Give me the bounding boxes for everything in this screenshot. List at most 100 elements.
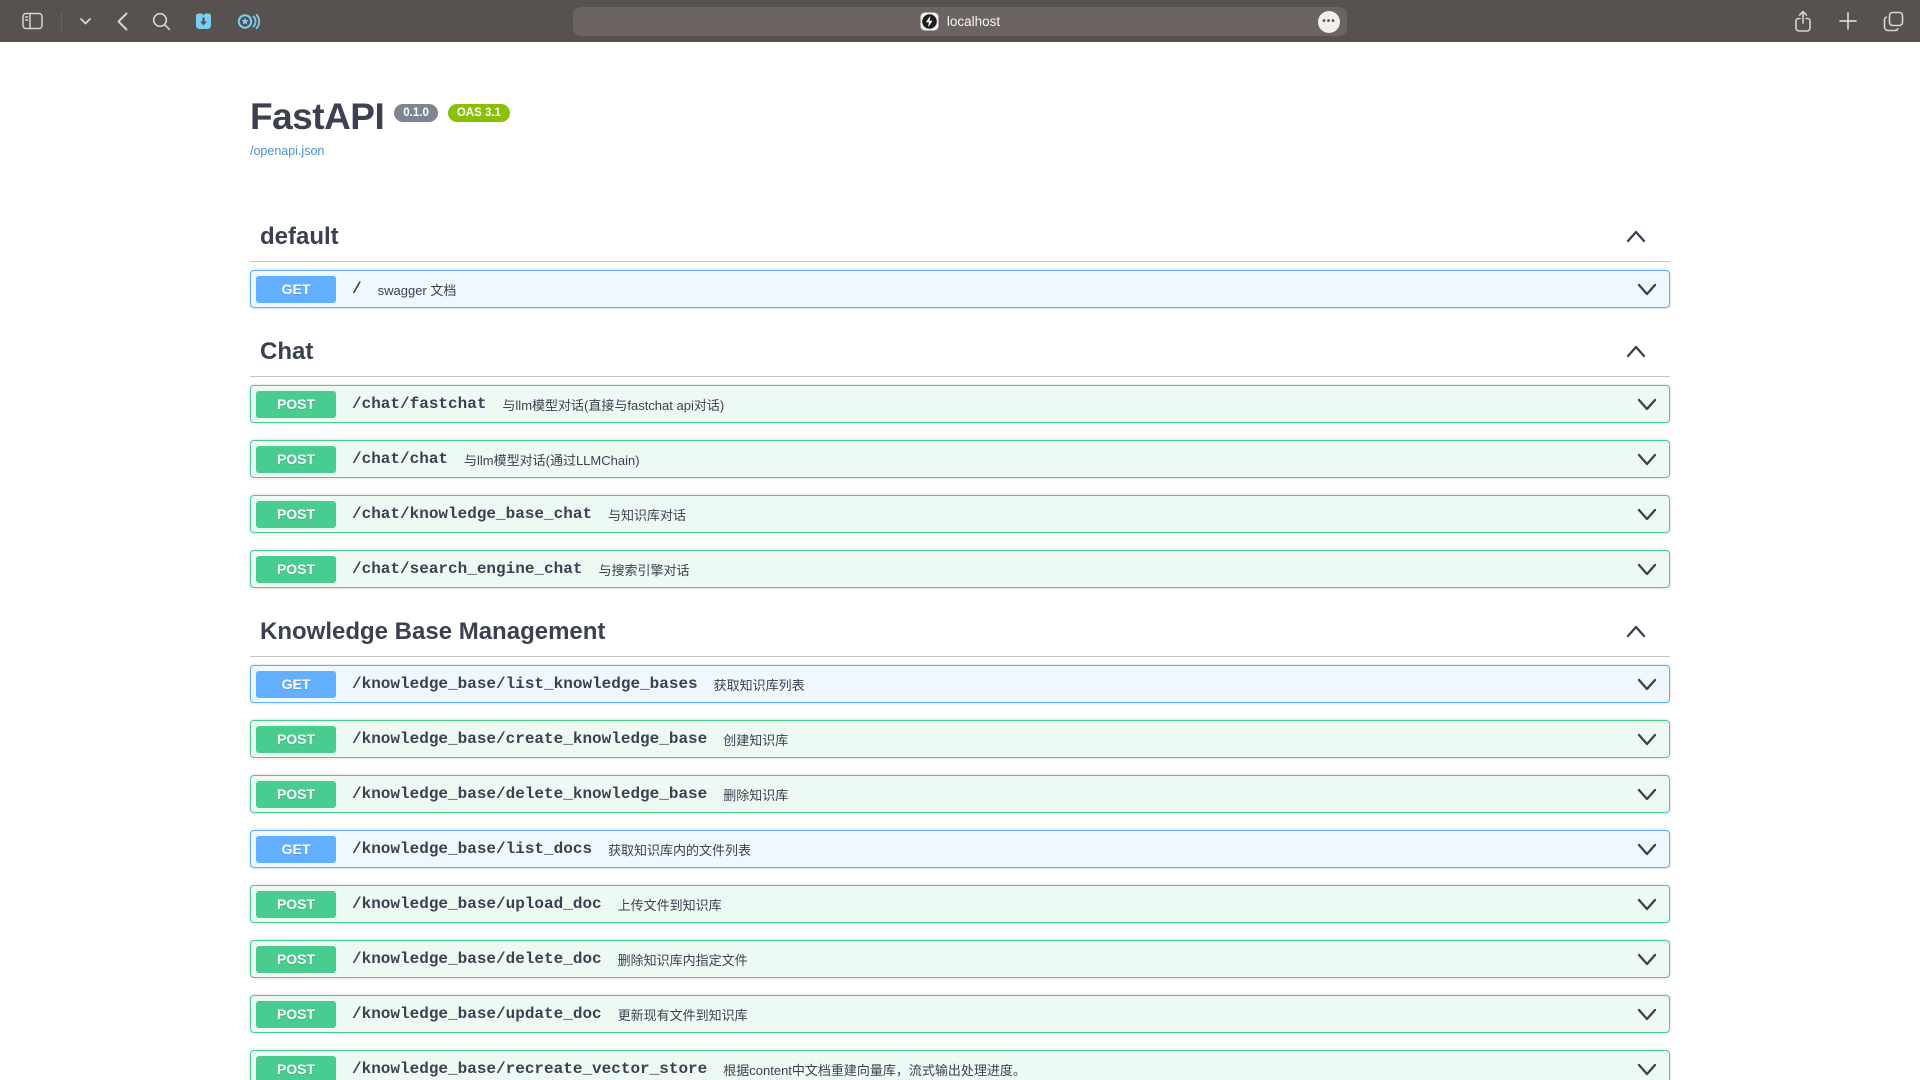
method-badge: POST — [256, 501, 336, 528]
section-header[interactable]: Chat — [250, 325, 1670, 377]
collapse-section-icon[interactable] — [1626, 343, 1646, 360]
search-icon — [152, 12, 171, 31]
expand-endpoint-icon[interactable] — [1635, 784, 1659, 805]
endpoint-description: 获取知识库列表 — [714, 675, 805, 694]
expand-endpoint-icon[interactable] — [1635, 279, 1659, 300]
endpoint-description: 与llm模型对话(直接与fastchat api对话) — [502, 395, 724, 414]
browser-toolbar: localhost ••• — [0, 0, 1920, 42]
endpoint-row[interactable]: POST /knowledge_base/update_doc 更新现有文件到知… — [250, 995, 1670, 1033]
expand-endpoint-icon[interactable] — [1635, 504, 1659, 525]
section-header[interactable]: Knowledge Base Management — [250, 605, 1670, 657]
endpoint-description: 创建知识库 — [723, 730, 788, 749]
method-badge: POST — [256, 1001, 336, 1028]
expand-endpoint-icon[interactable] — [1635, 449, 1659, 470]
api-sections: default GET / swagger 文档 Chat POST /chat… — [250, 210, 1670, 1080]
expand-endpoint-icon[interactable] — [1635, 894, 1659, 915]
endpoint-path: /chat/chat — [352, 450, 448, 468]
endpoint-list: POST /chat/fastchat 与llm模型对话(直接与fastchat… — [250, 385, 1670, 605]
endpoint-description: 上传文件到知识库 — [618, 895, 722, 914]
endpoint-list: GET /knowledge_base/list_knowledge_bases… — [250, 665, 1670, 1080]
endpoint-path: /knowledge_base/update_doc — [352, 1005, 602, 1023]
section-header[interactable]: default — [250, 210, 1670, 262]
page-settings-button[interactable]: ••• — [1318, 11, 1340, 33]
method-badge: GET — [256, 836, 336, 863]
new-tab-button[interactable] — [1837, 10, 1859, 32]
share-icon — [1793, 10, 1813, 33]
method-badge: POST — [256, 391, 336, 418]
tab-overview-button[interactable] — [1881, 9, 1906, 34]
endpoint-path: /knowledge_base/recreate_vector_store — [352, 1060, 707, 1078]
extension-save-button[interactable] — [191, 9, 216, 34]
endpoint-path: /chat/fastchat — [352, 395, 486, 413]
method-badge: POST — [256, 556, 336, 583]
endpoint-row[interactable]: POST /knowledge_base/create_knowledge_ba… — [250, 720, 1670, 758]
expand-endpoint-icon[interactable] — [1635, 559, 1659, 580]
api-section: Chat POST /chat/fastchat 与llm模型对话(直接与fas… — [250, 325, 1670, 605]
expand-endpoint-icon[interactable] — [1635, 729, 1659, 750]
method-badge: POST — [256, 726, 336, 753]
page-title: FastAPI — [250, 95, 384, 138]
endpoint-description: 获取知识库内的文件列表 — [608, 840, 751, 859]
openapi-spec-link[interactable]: /openapi.json — [250, 144, 324, 158]
endpoint-path: /knowledge_base/upload_doc — [352, 895, 602, 913]
endpoint-path: /knowledge_base/create_knowledge_base — [352, 730, 707, 748]
expand-endpoint-icon[interactable] — [1635, 949, 1659, 970]
endpoint-row[interactable]: GET /knowledge_base/list_knowledge_bases… — [250, 665, 1670, 703]
endpoint-row[interactable]: POST /knowledge_base/delete_doc 删除知识库内指定… — [250, 940, 1670, 978]
section-title: default — [260, 222, 339, 251]
endpoint-description: 根据content中文档重建向量库，流式输出处理进度。 — [723, 1060, 1026, 1079]
oas-badge: OAS 3.1 — [448, 104, 510, 122]
chevron-down-icon — [80, 18, 91, 25]
endpoint-row[interactable]: POST /knowledge_base/recreate_vector_sto… — [250, 1050, 1670, 1080]
endpoint-row[interactable]: POST /chat/chat 与llm模型对话(通过LLMChain) — [250, 440, 1670, 478]
address-bar[interactable]: localhost ••• — [573, 7, 1347, 36]
endpoint-path: / — [352, 280, 362, 298]
endpoint-description: 删除知识库内指定文件 — [618, 950, 748, 969]
collapse-section-icon[interactable] — [1626, 228, 1646, 245]
toolbar-divider — [61, 12, 62, 30]
section-title: Knowledge Base Management — [260, 617, 605, 646]
endpoint-row[interactable]: POST /knowledge_base/delete_knowledge_ba… — [250, 775, 1670, 813]
endpoint-description: 与知识库对话 — [608, 505, 686, 524]
sidebar-dropdown-button[interactable] — [78, 16, 93, 27]
method-badge: POST — [256, 446, 336, 473]
extension-broadcast-button[interactable] — [234, 9, 262, 34]
endpoint-description: 更新现有文件到知识库 — [618, 1005, 748, 1024]
endpoint-description: 与llm模型对话(通过LLMChain) — [464, 450, 640, 469]
endpoint-description: 删除知识库 — [723, 785, 788, 804]
expand-endpoint-icon[interactable] — [1635, 394, 1659, 415]
endpoint-path: /knowledge_base/list_docs — [352, 840, 592, 858]
sidebar-icon — [22, 12, 43, 30]
endpoint-row[interactable]: POST /knowledge_base/upload_doc 上传文件到知识库 — [250, 885, 1670, 923]
api-info-header: FastAPI 0.1.0 OAS 3.1 — [250, 95, 1670, 138]
endpoint-path: /chat/search_engine_chat — [352, 560, 582, 578]
api-section: default GET / swagger 文档 — [250, 210, 1670, 325]
expand-endpoint-icon[interactable] — [1635, 839, 1659, 860]
endpoint-row[interactable]: GET /knowledge_base/list_docs 获取知识库内的文件列… — [250, 830, 1670, 868]
back-arrow-icon — [117, 12, 128, 31]
search-button[interactable] — [150, 10, 173, 33]
expand-endpoint-icon[interactable] — [1635, 674, 1659, 695]
endpoint-row[interactable]: POST /chat/knowledge_base_chat 与知识库对话 — [250, 495, 1670, 533]
endpoint-row[interactable]: GET / swagger 文档 — [250, 270, 1670, 308]
endpoint-path: /knowledge_base/list_knowledge_bases — [352, 675, 698, 693]
expand-endpoint-icon[interactable] — [1635, 1004, 1659, 1025]
endpoint-path: /chat/knowledge_base_chat — [352, 505, 592, 523]
broadcast-star-icon — [236, 11, 260, 32]
back-button[interactable] — [115, 10, 130, 33]
sidebar-toggle-button[interactable] — [20, 10, 45, 32]
method-badge: POST — [256, 891, 336, 918]
method-badge: POST — [256, 781, 336, 808]
method-badge: GET — [256, 276, 336, 303]
collapse-section-icon[interactable] — [1626, 623, 1646, 640]
section-title: Chat — [260, 337, 313, 366]
site-favicon-fastapi — [920, 12, 939, 31]
method-badge: GET — [256, 671, 336, 698]
expand-endpoint-icon[interactable] — [1635, 1059, 1659, 1080]
share-button[interactable] — [1791, 8, 1815, 35]
swagger-page: FastAPI 0.1.0 OAS 3.1 /openapi.json defa… — [0, 42, 1920, 1080]
url-text: localhost — [947, 14, 1000, 29]
plus-icon — [1839, 12, 1857, 30]
endpoint-row[interactable]: POST /chat/search_engine_chat 与搜索引擎对话 — [250, 550, 1670, 588]
endpoint-row[interactable]: POST /chat/fastchat 与llm模型对话(直接与fastchat… — [250, 385, 1670, 423]
